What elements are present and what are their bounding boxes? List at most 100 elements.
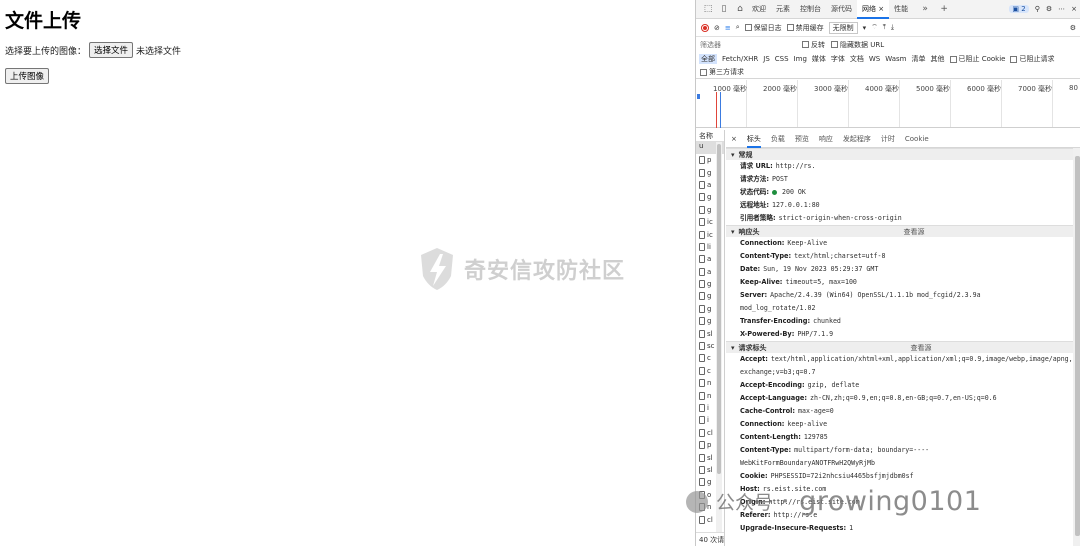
request-name: sc (707, 342, 715, 351)
document-icon (699, 267, 705, 276)
blocked-cookies-box[interactable] (949, 55, 957, 63)
tab-network[interactable]: 网络 × (857, 0, 890, 19)
filter-input[interactable] (700, 38, 796, 51)
blocked-cookies-checkbox[interactable]: 已阻止 Cookie (949, 54, 1005, 64)
export-icon[interactable]: ⤓ (891, 23, 894, 32)
header-key: Cookie: (740, 472, 768, 480)
details-scrollbar[interactable] (1073, 148, 1080, 546)
third-party-box[interactable] (700, 68, 707, 76)
document-icon (699, 404, 705, 412)
response-headers-section-header[interactable]: ▾ 响应头 查看源 (726, 225, 1080, 237)
header-row: Keep-Alive: timeout=5, max=100 (726, 276, 1080, 289)
header-row: 请求方法: POST (726, 173, 1080, 186)
filter-icon[interactable]: ≡ (725, 24, 731, 32)
view-source-link[interactable]: 查看源 (904, 227, 925, 237)
tab-payload[interactable]: 负载 (771, 130, 785, 148)
document-icon (699, 342, 705, 351)
header-row: Connection: Keep-Alive (726, 237, 1080, 250)
disable-cache-checkbox[interactable]: 禁用缓存 (786, 23, 824, 33)
type-font[interactable]: 字体 (831, 54, 845, 64)
close-details-icon[interactable]: × (731, 135, 737, 143)
hide-data-urls-checkbox[interactable]: 隐藏数据 URL (831, 40, 884, 50)
request-name: sl (707, 453, 713, 462)
document-icon (699, 317, 705, 326)
document-icon (699, 292, 705, 301)
general-section-header[interactable]: ▾ 常规 (726, 148, 1080, 160)
type-ws[interactable]: WS (869, 55, 880, 63)
invert-box[interactable] (802, 41, 809, 48)
tab-console[interactable]: 控制台 (795, 0, 826, 19)
header-value: PHPSESSID=72i2nhcsiu4465bsfjmjdbm0sf (770, 472, 914, 480)
home-icon[interactable]: ⌂ (733, 2, 747, 16)
tab-response[interactable]: 响应 (819, 130, 833, 148)
tab-welcome[interactable]: 欢迎 (747, 0, 771, 19)
header-key: Connection: (740, 239, 785, 247)
more-options-icon[interactable]: ⋯ (1058, 5, 1065, 13)
tab-initiator[interactable]: 发起程序 (843, 130, 871, 148)
close-tab-icon[interactable]: × (878, 5, 884, 13)
tab-elements[interactable]: 元素 (771, 0, 795, 19)
settings-gear-icon[interactable]: ⚙ (1046, 5, 1052, 13)
preserve-log-box[interactable] (744, 24, 752, 31)
device-toggle-icon[interactable]: ▯ (717, 2, 731, 16)
connect-icon[interactable]: ⚲ (1035, 5, 1040, 13)
timeline-tick: 7000 毫秒 (1018, 85, 1053, 93)
shield-logo-icon (421, 248, 453, 290)
issues-badge[interactable]: ▣ 2 (1009, 5, 1029, 13)
type-js[interactable]: JS (763, 55, 770, 63)
wifi-icon[interactable]: ⌔ (871, 23, 878, 32)
invert-checkbox[interactable]: 反转 (802, 40, 825, 50)
tab-sources[interactable]: 源代码 (826, 0, 857, 19)
type-doc[interactable]: 文档 (850, 54, 864, 64)
inspect-icon[interactable]: ⬚ (701, 2, 715, 16)
throttle-select[interactable]: 无限制 (828, 21, 858, 34)
network-settings-icon[interactable]: ⚙ (1070, 24, 1076, 32)
import-icon[interactable]: ⤒ (883, 23, 886, 32)
more-tabs-icon[interactable]: » (918, 2, 932, 16)
type-all[interactable]: 全部 (699, 54, 717, 64)
document-icon (699, 280, 705, 289)
add-tab-icon[interactable]: + (937, 2, 951, 16)
type-img[interactable]: Img (794, 55, 807, 63)
timeline-tick: 80 (1069, 84, 1078, 92)
request-name: ic (707, 230, 713, 239)
type-manifest[interactable]: 清单 (912, 54, 926, 64)
document-icon (699, 205, 705, 214)
request-headers-section-header[interactable]: ▾ 请求标头 查看源 (726, 341, 1080, 353)
type-wasm[interactable]: Wasm (885, 55, 906, 63)
clear-icon[interactable]: ⊘ (714, 24, 720, 32)
type-other[interactable]: 其他 (931, 54, 945, 64)
type-css[interactable]: CSS (775, 55, 789, 63)
third-party-checkbox[interactable]: 第三方请求 (700, 67, 744, 77)
header-key: Accept-Encoding: (740, 381, 805, 389)
document-icon (699, 193, 705, 202)
disable-cache-box[interactable] (786, 24, 794, 31)
network-timeline[interactable]: 1000 毫秒 2000 毫秒 3000 毫秒 4000 毫秒 5000 毫秒 … (696, 80, 1080, 128)
header-value: PHP/7.1.9 (797, 330, 834, 338)
tab-headers[interactable]: 标头 (746, 130, 761, 148)
chevron-down-icon[interactable]: ▾ (863, 24, 867, 32)
document-icon (699, 255, 705, 264)
wechat-logo-icon (686, 490, 708, 513)
tab-cookie[interactable]: Cookie (905, 130, 929, 148)
type-fetch-xhr[interactable]: Fetch/XHR (722, 55, 758, 63)
choose-file-button[interactable]: 选择文件 (89, 42, 134, 58)
blocked-requests-checkbox[interactable]: 已阻止请求 (1010, 54, 1054, 64)
tab-preview[interactable]: 预览 (795, 130, 809, 148)
document-icon (699, 391, 705, 400)
upload-image-button[interactable]: 上传图像 (5, 68, 50, 84)
tab-performance[interactable]: 性能 (889, 0, 913, 19)
preserve-log-checkbox[interactable]: 保留日志 (744, 23, 782, 33)
record-icon[interactable] (701, 23, 709, 32)
type-media[interactable]: 媒体 (812, 54, 826, 64)
tab-timing[interactable]: 计时 (881, 130, 895, 148)
close-devtools-icon[interactable]: × (1071, 5, 1077, 13)
blocked-requests-box[interactable] (1010, 55, 1018, 63)
document-icon (699, 416, 705, 425)
request-list-scrollbar[interactable] (716, 142, 722, 532)
request-list-header[interactable]: 名称 (696, 130, 724, 142)
hide-data-urls-box[interactable] (831, 41, 838, 48)
search-icon[interactable]: ⌕ (736, 23, 740, 32)
document-icon (699, 441, 705, 450)
view-source-link[interactable]: 查看源 (911, 343, 932, 353)
